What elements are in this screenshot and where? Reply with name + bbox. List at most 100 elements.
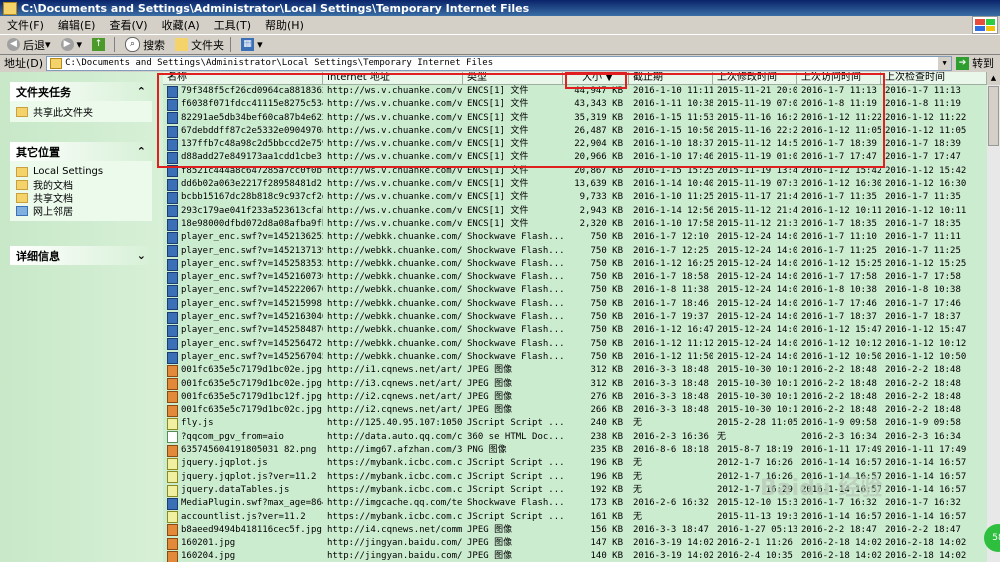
chevron-down-icon[interactable]: ▼ (938, 56, 952, 70)
cell-exp: 2016-1-12 16:47 (633, 325, 713, 336)
file-name: b8aeed9494b418116cec5f.jpg (181, 524, 322, 535)
cell-exp: 2016-1-7 18:58 (633, 272, 709, 283)
cell-url: http://webkk.chuanke.com/... (327, 258, 463, 269)
table-row[interactable]: player_enc.swf?v=1452137139204 http://web… (163, 245, 987, 258)
table-row[interactable]: player_enc.swf?v=1452583532078 http://web… (163, 258, 987, 271)
cell-type: JScript Script ... (467, 418, 563, 429)
cell-acc: 2016-1-7 11:10 (801, 232, 877, 243)
table-row[interactable]: player_enc.swf?v=1452220670173 http://web… (163, 284, 987, 298)
menu-help[interactable]: 帮助(H) (258, 17, 311, 33)
file-name: 293c179ae041f233a523613cfab... (181, 205, 323, 216)
cell-acc: 2016-2-2 18:47 (801, 524, 877, 535)
size-column-highlight (565, 72, 627, 89)
cell-mod: 2015-10-30 10:10 (717, 365, 797, 376)
highlight-box (157, 73, 885, 168)
title-bar: C:\Documents and Settings\Administrator\… (0, 0, 1000, 16)
table-row[interactable]: 160201.jpg http://jingyan.baidu.com/... JP… (163, 537, 987, 550)
scroll-up-icon[interactable]: ▲ (987, 72, 1000, 85)
cell-size: 238 KB (590, 431, 623, 442)
table-row[interactable]: dd6b02a063e2217f28958481d2... http://ws.v… (163, 178, 987, 191)
cell-url: http://i2.cqnews.net/art/... (327, 405, 463, 416)
table-row[interactable]: ?qqcom_pgv_from=aio http://data.auto.qq.c… (163, 431, 987, 444)
folder-icon (3, 1, 17, 15)
cell-type: JPEG 图像 (467, 391, 513, 402)
table-row[interactable]: fly.js http://125.40.95.107:1050... JScrip… (163, 417, 987, 431)
place-network[interactable]: 网上邻居 (16, 204, 146, 218)
col-checked[interactable]: 上次检查时间 (881, 72, 987, 84)
other-places-header[interactable]: 其它位置 ⌃ (10, 142, 152, 161)
cell-url: http://webkk.chuanke.com/... (327, 312, 463, 323)
table-row[interactable]: accountlist.js?ver=11.2 https://mybank.ic… (163, 511, 987, 524)
cell-size: 312 KB (590, 365, 623, 376)
share-folder-link[interactable]: 共享此文件夹 (16, 105, 146, 119)
table-row[interactable]: 293c179ae041f233a523613cfab... http://ws.… (163, 205, 987, 218)
address-input[interactable]: C:\Documents and Settings\Administrator\… (46, 55, 953, 71)
menu-file[interactable]: 文件(F) (0, 17, 51, 33)
table-row[interactable]: player_enc.swf?v=1452159981751 http://web… (163, 298, 987, 311)
cell-size: 2,943 KB (579, 205, 623, 216)
table-row[interactable]: player_enc.swf?v=1452160736469 http://web… (163, 271, 987, 284)
table-row[interactable]: player_enc.swf?v=1452163040204 http://web… (163, 311, 987, 324)
file-ie-icon (167, 324, 178, 337)
cell-size: 140 KB (590, 551, 623, 562)
menu-tools[interactable]: 工具(T) (207, 17, 258, 33)
cell-exp: 2016-3-3 18:47 (633, 524, 709, 535)
menu-edit[interactable]: 编辑(E) (51, 17, 103, 33)
table-row[interactable]: 001fc635e5c7179d1bc02e.jpg http://i1.cqne… (163, 364, 987, 377)
table-row[interactable]: 001fc635e5c7179d1bc02c.jpg http://i2.cqne… (163, 404, 987, 417)
forward-button[interactable]: ▶ ▾ (58, 38, 86, 51)
cell-exp: 2016-1-7 12:25 (633, 245, 709, 256)
file-name: player_enc.swf?v=1452160736469 (181, 272, 323, 283)
collapse-icon[interactable]: ⌃ (137, 145, 146, 158)
go-button[interactable]: ➔ 转到 (956, 55, 994, 71)
cell-chk: 2016-1-12 15:25 (885, 258, 967, 269)
table-row[interactable]: 001fc635e5c7179d1bc12f.jpg http://i2.cqne… (163, 391, 987, 404)
vertical-scrollbar[interactable]: ▲ (987, 72, 1000, 562)
table-row[interactable]: 635745604191805031 82.png http://img67.af… (163, 444, 987, 457)
cell-chk: 2016-1-12 16:30 (885, 179, 967, 190)
table-row[interactable]: 160204.jpg http://jingyan.baidu.com/... JP… (163, 550, 987, 562)
cell-name: ?qqcom_pgv_from=aio (163, 431, 323, 444)
table-row[interactable]: player_enc.swf?v=1452567045062 http://web… (163, 351, 987, 364)
table-row[interactable]: player_enc.swf?v=1452584870859 http://web… (163, 324, 987, 337)
folder-tasks-header[interactable]: 文件夹任务 ⌃ (10, 82, 152, 101)
details-panel: 详细信息 ⌄ (10, 246, 152, 265)
search-button[interactable]: ⌕ 搜索 (122, 37, 168, 53)
scroll-thumb[interactable] (988, 86, 999, 146)
cell-acc: 2016-2-2 18:48 (801, 365, 877, 376)
cell-acc: 2016-1-7 11:25 (801, 245, 877, 256)
cell-size: 196 KB (590, 471, 623, 482)
file-js-icon (167, 484, 178, 497)
folders-button[interactable]: 文件夹 (172, 37, 227, 53)
back-button[interactable]: ◀ 后退 ▾ (4, 37, 54, 53)
cell-url: http://ws.v.chuanke.com/v... (327, 192, 463, 203)
file-name: fly.js (181, 418, 214, 429)
folders-label: 文件夹 (191, 38, 225, 52)
cell-url: http://data.auto.qq.com/c... (327, 431, 463, 442)
expand-icon[interactable]: ⌄ (137, 249, 146, 262)
cell-exp: 2016-2-3 16:36 (633, 431, 709, 442)
cell-type: Shockwave Flash... (467, 351, 563, 362)
cell-chk: 2016-1-12 11:22 (885, 112, 967, 123)
cell-chk: 2016-1-12 11:05 (885, 125, 967, 136)
collapse-icon[interactable]: ⌃ (137, 85, 146, 98)
details-header[interactable]: 详细信息 ⌄ (10, 246, 152, 265)
table-row[interactable]: 001fc635e5c7179d1bc02e.jpg http://i3.cqne… (163, 378, 987, 391)
cell-mod: 2015-12-24 14:03 (717, 298, 797, 309)
table-row[interactable]: bcbb15167dc28b818c9c937cf2d... http://ws.… (163, 191, 987, 205)
table-row[interactable]: player_enc.swf?v=1452564721734 http://web… (163, 338, 987, 351)
folder-up-icon: ↑ (92, 38, 106, 51)
cell-name: jquery.jqplot.js?ver=11.2 (163, 471, 323, 484)
table-row[interactable]: jquery.jqplot.js https://mybank.icbc.com.… (163, 457, 987, 470)
file-html-icon (167, 431, 178, 444)
table-row[interactable]: player_enc.swf?v=1452136252329 http://web… (163, 231, 987, 244)
menu-view[interactable]: 查看(V) (102, 17, 154, 33)
views-button[interactable]: ▦ ▾ (238, 38, 266, 51)
menu-favorites[interactable]: 收藏(A) (155, 17, 207, 33)
up-button[interactable]: ↑ (89, 38, 111, 51)
cell-name: player_enc.swf?v=1452583532078 (163, 258, 323, 271)
table-row[interactable]: b8aeed9494b418116cec5f.jpg http://i4.cqne… (163, 524, 987, 537)
table-row[interactable]: 18e98000dfbd072d8a08afba9fb8... http://ws… (163, 218, 987, 231)
cell-type: JPEG 图像 (467, 378, 513, 389)
cell-name: accountlist.js?ver=11.2 (163, 511, 323, 524)
